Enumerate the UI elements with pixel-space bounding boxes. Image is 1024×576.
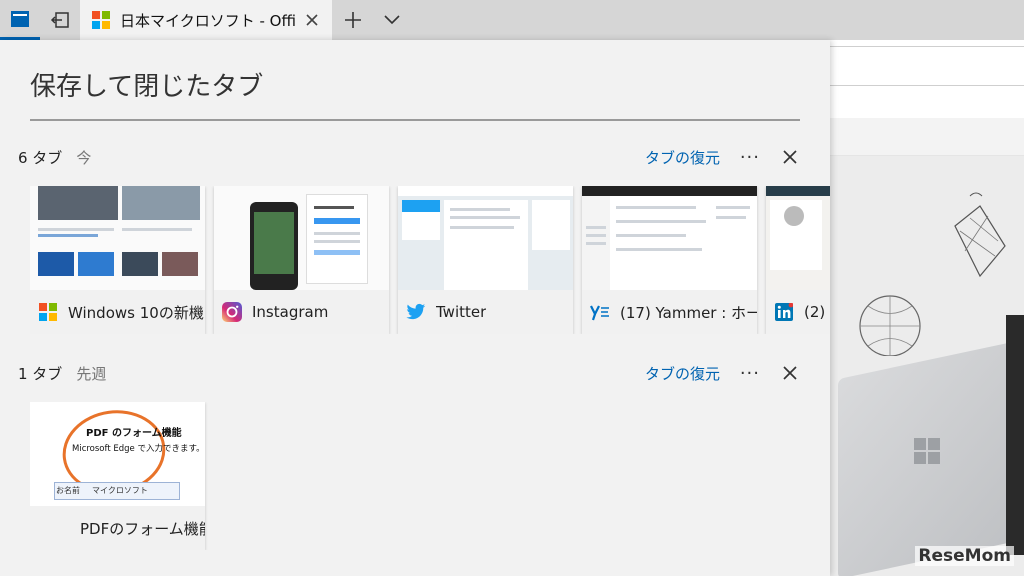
group-tab-count: 6 タブ: [18, 148, 63, 167]
preview-subheading: Microsoft Edge で入力できます。: [72, 444, 205, 454]
active-tab[interactable]: 日本マイクロソフト - Offici: [80, 0, 332, 40]
microsoft-logo-icon: [92, 11, 110, 29]
thumbnail-footer: Twitter: [398, 290, 573, 334]
restore-tabs-link[interactable]: タブの復元: [645, 363, 720, 384]
tab-thumbnail-pdf-form[interactable]: PDF のフォーム機能 Microsoft Edge で入力できます。 お名前 …: [30, 402, 205, 550]
linkedin-icon: [774, 302, 794, 322]
close-icon: [783, 366, 797, 380]
tab-bar: 日本マイクロソフト - Offici: [0, 0, 1024, 40]
title-divider: [30, 119, 800, 121]
thumbnail-footer: (2): [766, 290, 830, 334]
tab-close-button[interactable]: [302, 10, 322, 30]
preview-heading: PDF のフォーム機能: [86, 428, 182, 439]
thumbnail-title: Twitter: [436, 303, 487, 321]
close-icon: [306, 14, 318, 26]
twitter-bird-icon: [406, 302, 426, 322]
tabs-aside-panel: 保存して閉じたタブ 6 タブ 今 タブの復元 ··· Windows 10の新機…: [0, 40, 830, 576]
group-tab-count: 1 タブ: [18, 364, 63, 383]
thumbnail-footer: PDFのフォーム機能: [30, 506, 205, 550]
tab-thumbnail-windows[interactable]: Windows 10の新機: [30, 186, 205, 334]
page-preview: [214, 186, 389, 290]
tabs-aside-icon: [11, 10, 29, 27]
set-aside-icon: [50, 12, 69, 28]
remove-group-button[interactable]: [780, 363, 800, 383]
group-time: 今: [76, 148, 92, 167]
more-options-button[interactable]: ···: [740, 147, 760, 168]
panel-title: 保存して閉じたタブ: [30, 72, 264, 102]
thumbnail-title: (17) Yammer : ホー: [620, 303, 757, 322]
page-preview: [766, 186, 830, 290]
page-preview: [398, 186, 573, 290]
tab-preview-button[interactable]: [374, 0, 410, 40]
new-tab-button[interactable]: [334, 0, 372, 40]
thumbnail-title: (2): [804, 303, 826, 321]
tab-thumbnail-instagram[interactable]: Instagram: [214, 186, 389, 334]
tab-group-header: 1 タブ 先週 タブの復元 ···: [18, 358, 818, 388]
windows-logo-icon: [38, 302, 58, 322]
tab-title: 日本マイクロソフト - Offici: [120, 11, 296, 30]
yammer-icon: [590, 302, 610, 322]
thumbnail-title: Instagram: [252, 303, 329, 321]
more-options-button[interactable]: ···: [740, 363, 760, 384]
tab-thumbnail-row: PDF のフォーム機能 Microsoft Edge で入力できます。 お名前 …: [30, 402, 830, 550]
tab-thumbnail-yammer[interactable]: (17) Yammer : ホー: [582, 186, 757, 334]
windows-logo-icon: [914, 438, 940, 464]
preview-field-value: マイクロソフト: [92, 486, 148, 495]
tab-group-header: 6 タブ 今 タブの復元 ···: [18, 142, 818, 172]
background-page: ReseMom: [830, 40, 1024, 576]
thumbnail-footer: (17) Yammer : ホー: [582, 290, 757, 334]
tab-thumbnail-linkedin[interactable]: (2): [766, 186, 830, 334]
thumbnail-footer: Windows 10の新機: [30, 290, 205, 334]
site-watermark: ReseMom: [915, 546, 1014, 566]
tab-thumbnail-twitter[interactable]: Twitter: [398, 186, 573, 334]
sketch-illustration: [859, 192, 1006, 356]
preview-field-label: お名前: [56, 486, 80, 495]
restore-tabs-link[interactable]: タブの復元: [645, 147, 720, 168]
monitor-edge: [1006, 315, 1024, 555]
thumbnail-title: PDFのフォーム機能: [80, 519, 205, 538]
remove-group-button[interactable]: [780, 147, 800, 167]
address-bar[interactable]: [830, 46, 1024, 86]
plus-icon: [345, 12, 361, 28]
instagram-icon: [222, 302, 242, 322]
page-preview: PDF のフォーム機能 Microsoft Edge で入力できます。 お名前 …: [30, 402, 205, 506]
page-nav-band: [830, 118, 1024, 156]
page-preview: [582, 186, 757, 290]
thumbnail-footer: Instagram: [214, 290, 389, 334]
thumbnail-title: Windows 10の新機: [68, 303, 204, 322]
tabs-aside-button[interactable]: [0, 0, 40, 40]
page-preview: [30, 186, 205, 290]
close-icon: [783, 150, 797, 164]
set-tabs-aside-button[interactable]: [40, 0, 80, 40]
tab-thumbnail-row: Windows 10の新機 Instagram Twitter (17) Yam…: [30, 186, 830, 334]
group-time: 先週: [76, 364, 107, 383]
chevron-down-icon: [384, 15, 400, 25]
